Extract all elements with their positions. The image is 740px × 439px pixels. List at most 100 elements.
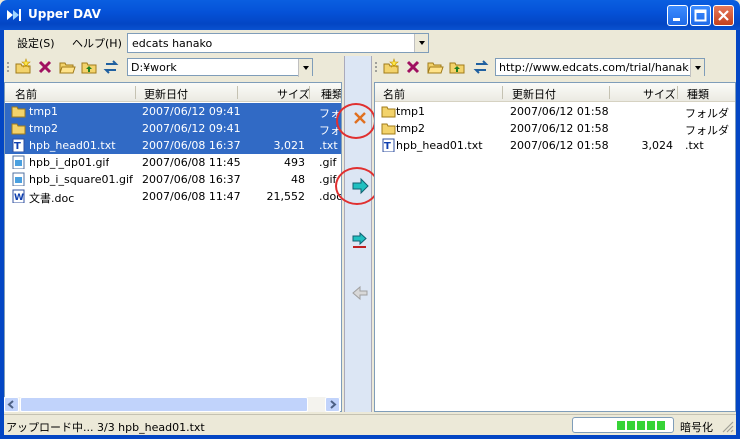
delete-icon[interactable]	[404, 58, 422, 76]
file-type: フォルダ	[685, 124, 729, 137]
column-name[interactable]: 名前	[383, 86, 405, 101]
file-size: 48	[291, 173, 305, 186]
file-row[interactable]: tmp22007/06/12 09:41フォルダ	[5, 120, 341, 137]
file-type: フォルダ	[685, 107, 729, 120]
file-date: 2007/06/12 01:58	[510, 122, 609, 135]
app-icon	[7, 9, 21, 21]
svg-text:W: W	[14, 193, 24, 203]
menu-help[interactable]: ヘルプ(H)	[72, 35, 122, 51]
doc-file-icon: W	[12, 189, 25, 203]
file-name: tmp1	[29, 105, 59, 118]
column-type[interactable]: 種類	[321, 86, 341, 101]
close-icon	[718, 10, 729, 21]
status-bar: アップロード中... 3/3 hpb_head01.txt 暗号化	[4, 414, 736, 435]
text-file-icon: T	[382, 138, 395, 152]
parent-folder-icon[interactable]	[448, 58, 466, 76]
maximize-icon	[694, 9, 707, 22]
file-name: hpb_head01.txt	[396, 139, 483, 152]
progress-block	[647, 421, 655, 430]
column-date[interactable]: 更新日付	[144, 86, 188, 101]
download-button[interactable]	[351, 284, 369, 302]
column-date[interactable]: 更新日付	[512, 86, 556, 101]
menu-settings[interactable]: 設定(S)	[17, 35, 55, 51]
chevron-down-icon[interactable]	[298, 59, 312, 77]
maximize-button[interactable]	[690, 5, 711, 26]
text-file-icon: T	[12, 138, 25, 152]
new-folder-icon[interactable]	[14, 58, 32, 76]
file-date: 2007/06/08 16:37	[142, 173, 241, 186]
chevron-down-icon[interactable]	[414, 34, 428, 52]
open-folder-icon[interactable]	[58, 58, 76, 76]
open-folder-icon[interactable]	[426, 58, 444, 76]
window-title: Upper DAV	[28, 7, 101, 21]
file-row[interactable]: tmp1 2007/06/12 01:58 フォルダ	[375, 103, 735, 120]
delete-icon[interactable]	[36, 58, 54, 76]
file-name: tmp1	[396, 105, 426, 118]
scroll-left-button[interactable]	[4, 397, 19, 412]
file-row[interactable]: hpb_i_dp01.gif 2007/06/08 11:45 493 .gif	[5, 154, 341, 171]
scroll-thumb[interactable]	[20, 397, 308, 412]
file-date: 2007/06/08 16:37	[142, 139, 241, 152]
user-name: edcats hanako	[132, 37, 213, 50]
refresh-icon[interactable]	[102, 58, 120, 76]
file-size: 493	[284, 156, 305, 169]
column-name[interactable]: 名前	[15, 86, 37, 101]
file-date: 2007/06/12 01:58	[510, 105, 609, 118]
file-row[interactable]: Thpb_head01.txt 2007/06/08 16:37 3,021 .txt	[5, 137, 341, 154]
file-date: 2007/06/12 09:41	[142, 122, 241, 135]
file-name: hpb_i_dp01.gif	[29, 156, 110, 169]
refresh-icon[interactable]	[472, 58, 490, 76]
highlight-circle-cancel	[336, 103, 376, 139]
minimize-button[interactable]	[667, 5, 688, 26]
progress-block	[637, 421, 645, 430]
status-text: アップロード中... 3/3 hpb_head01.txt	[6, 421, 205, 434]
close-button[interactable]	[713, 5, 734, 26]
svg-text:T: T	[14, 141, 21, 152]
file-size: 21,552	[266, 190, 306, 203]
file-size: 3,024	[641, 139, 674, 152]
file-name: hpb_i_square01.gif	[29, 173, 133, 186]
upload-progress-bar	[572, 417, 674, 433]
minimize-icon	[673, 18, 680, 21]
remote-file-list[interactable]: 名前 更新日付 サイズ 種類 tmp1 2007/06/12 01:58 フォルダ t…	[374, 82, 736, 412]
folder-icon	[381, 106, 396, 118]
new-folder-icon[interactable]	[382, 58, 400, 76]
parent-folder-icon[interactable]	[80, 58, 98, 76]
sync-upload-button[interactable]	[351, 232, 369, 250]
remote-path: http://www.edcats.com/trial/hanako.	[499, 61, 689, 74]
title-bar: Upper DAV	[0, 0, 740, 30]
file-type: .txt	[685, 139, 704, 152]
column-size[interactable]: サイズ	[277, 86, 310, 101]
chevron-down-icon[interactable]	[690, 59, 704, 77]
chevron-left-icon	[7, 400, 14, 409]
file-type: .txt	[319, 139, 338, 152]
resize-grip-icon[interactable]	[722, 421, 734, 433]
remote-list-header: 名前 更新日付 サイズ 種類	[375, 83, 735, 102]
local-path: D:¥work	[131, 61, 177, 74]
folder-icon	[11, 123, 26, 135]
scroll-right-button[interactable]	[325, 397, 340, 412]
image-file-icon	[12, 172, 25, 186]
file-row[interactable]: tmp2 2007/06/12 01:58 フォルダ	[375, 120, 735, 137]
file-row[interactable]: Thpb_head01.txt 2007/06/12 01:58 3,024 .txt	[375, 137, 735, 154]
file-date: 2007/06/12 01:58	[510, 139, 609, 152]
chevron-right-icon	[330, 400, 337, 409]
file-date: 2007/06/12 09:41	[142, 105, 241, 118]
file-row[interactable]: hpb_i_square01.gif 2007/06/08 16:37 48 .gif	[5, 171, 341, 188]
user-select[interactable]: edcats hanako	[127, 33, 429, 53]
local-path-combo[interactable]: D:¥work	[127, 58, 313, 77]
file-date: 2007/06/08 11:45	[142, 156, 241, 169]
file-type: .gif	[319, 156, 337, 169]
file-row[interactable]: W 文書.doc 2007/06/08 11:47 21,552 .doc	[5, 188, 341, 205]
progress-block	[617, 421, 625, 430]
file-name: hpb_head01.txt	[29, 139, 116, 152]
file-row[interactable]: tmp12007/06/12 09:41フォルダ	[5, 103, 341, 120]
horizontal-scrollbar[interactable]	[4, 397, 340, 412]
remote-path-combo[interactable]: http://www.edcats.com/trial/hanako.	[495, 58, 705, 77]
image-file-icon	[12, 155, 25, 169]
column-type[interactable]: 種類	[687, 86, 709, 101]
encryption-label: 暗号化	[680, 421, 713, 434]
local-file-list[interactable]: 名前 更新日付 サイズ 種類 tmp12007/06/12 09:41フォルダt…	[4, 82, 342, 412]
folder-icon	[381, 123, 396, 135]
column-size[interactable]: サイズ	[643, 86, 676, 101]
